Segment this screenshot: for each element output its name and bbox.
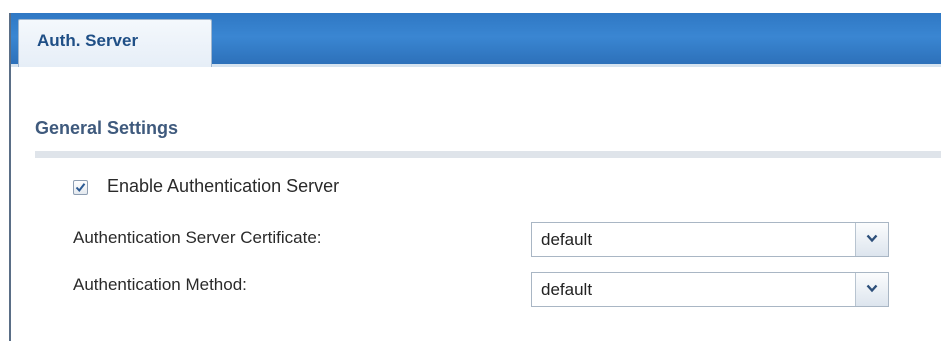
section-title-general-settings: General Settings bbox=[35, 118, 179, 138]
certificate-dropdown-button[interactable] bbox=[855, 223, 888, 256]
section-divider bbox=[35, 151, 941, 158]
checkmark-icon bbox=[75, 183, 86, 193]
chevron-down-icon bbox=[866, 234, 878, 243]
method-select-value: default bbox=[541, 280, 593, 299]
method-select[interactable]: default bbox=[531, 272, 889, 307]
auth-server-panel: Auth. Server General Settings Enable Aut… bbox=[0, 0, 941, 341]
certificate-label: Authentication Server Certificate: bbox=[73, 228, 322, 247]
tab-auth-server[interactable]: Auth. Server bbox=[18, 19, 212, 67]
chevron-down-icon bbox=[866, 284, 878, 293]
certificate-select[interactable]: default bbox=[531, 222, 889, 257]
certificate-select-value: default bbox=[541, 230, 593, 249]
enable-auth-server-label[interactable]: Enable Authentication Server bbox=[107, 176, 339, 197]
method-dropdown-button[interactable] bbox=[855, 273, 888, 306]
tab-auth-server-label: Auth. Server bbox=[37, 31, 139, 50]
method-label: Authentication Method: bbox=[73, 275, 247, 294]
enable-auth-server-checkbox[interactable] bbox=[73, 180, 88, 195]
